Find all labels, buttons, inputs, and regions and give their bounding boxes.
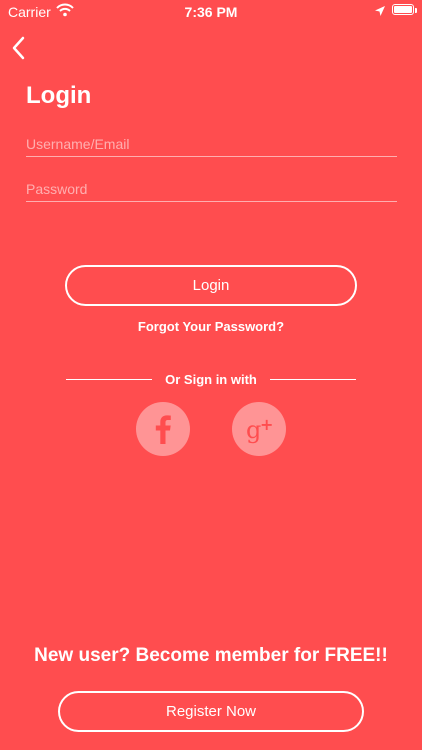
page-title: Login bbox=[26, 82, 92, 109]
facebook-icon bbox=[155, 415, 171, 444]
location-arrow-icon bbox=[375, 6, 385, 16]
forgot-password-link[interactable]: Forgot Your Password? bbox=[0, 319, 422, 334]
new-user-prompt: New user? Become member for FREE!! bbox=[34, 645, 388, 666]
back-chevron-icon[interactable] bbox=[8, 34, 32, 62]
battery-icon bbox=[392, 4, 414, 15]
password-input[interactable] bbox=[26, 177, 397, 202]
battery-tip bbox=[415, 8, 417, 13]
svg-text:+: + bbox=[260, 415, 273, 434]
google-plus-icon: g + bbox=[246, 415, 273, 444]
status-bar: Carrier 7:36 PM bbox=[0, 0, 422, 24]
google-plus-signin-button[interactable]: g + bbox=[232, 402, 286, 456]
username-email-input[interactable] bbox=[26, 132, 397, 157]
register-now-button[interactable]: Register Now bbox=[58, 691, 364, 732]
divider-right bbox=[270, 379, 356, 380]
facebook-signin-button[interactable] bbox=[136, 402, 190, 456]
login-button[interactable]: Login bbox=[65, 265, 357, 306]
status-time: 7:36 PM bbox=[184, 4, 238, 20]
social-divider-label: Or Sign in with bbox=[165, 372, 257, 387]
